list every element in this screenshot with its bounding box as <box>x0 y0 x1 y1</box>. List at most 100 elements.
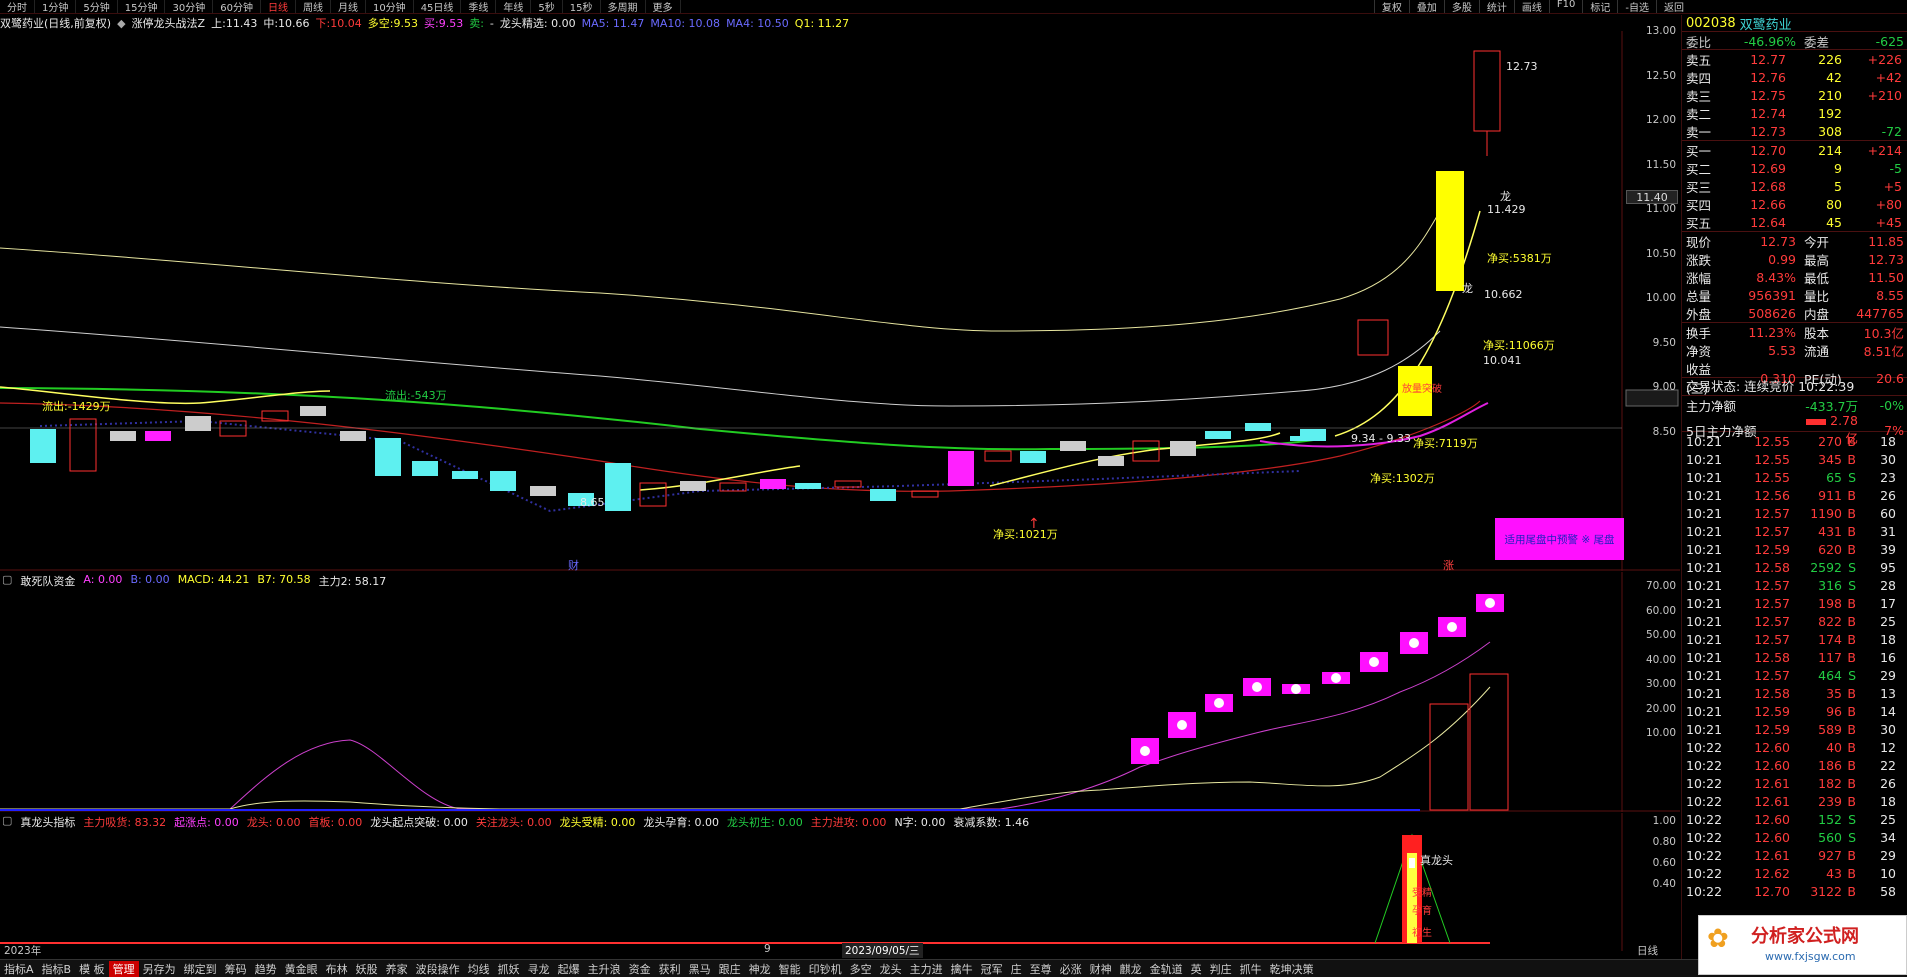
tick-list[interactable]: 10:21 12.55 270 B 18 10:21 12.55 345 B 30 10:21 12.… <box>1682 431 1907 900</box>
order-level[interactable]: 卖五 12.77 226 +226 <box>1682 50 1907 68</box>
toolbar-button-5[interactable]: F10 <box>1548 0 1582 13</box>
indicator-tab-28[interactable]: 擒牛 <box>947 961 977 977</box>
order-level[interactable]: 买一 12.70 214 +214 <box>1682 141 1907 159</box>
tail-alert-box[interactable]: 适用尾盘中预警 ※ 尾盘 <box>1495 518 1624 560</box>
stat-value: 11.23% <box>1748 325 1796 340</box>
period-tab-4[interactable]: 30分钟 <box>165 0 214 13</box>
indicator-tab-38[interactable]: 抓牛 <box>1236 961 1266 977</box>
indicator-tab-2[interactable]: 模 板 <box>75 961 109 977</box>
period-tab-1[interactable]: 1分钟 <box>35 0 77 13</box>
toolbar-button-7[interactable]: -自选 <box>1617 0 1656 13</box>
period-tab-5[interactable]: 60分钟 <box>213 0 261 13</box>
stock-title[interactable]: 双鹭药业(日线,前复权) <box>0 15 111 31</box>
order-level[interactable]: 买二 12.69 9 -5 <box>1682 159 1907 177</box>
sub1-chart[interactable] <box>0 572 1680 812</box>
indicator-tab-25[interactable]: 多空 <box>846 961 876 977</box>
indicator-tab-21[interactable]: 跟庄 <box>715 961 745 977</box>
indicator-tab-16[interactable]: 起爆 <box>554 961 584 977</box>
indicator-tab-3[interactable]: 管理 <box>108 960 139 977</box>
indicator-tab-9[interactable]: 布林 <box>322 961 352 977</box>
indicator-tab-10[interactable]: 妖股 <box>352 961 382 977</box>
order-level[interactable]: 买三 12.68 5 +5 <box>1682 177 1907 195</box>
tick-time: 10:22 <box>1686 793 1723 809</box>
indicator-tab-31[interactable]: 至尊 <box>1026 961 1056 977</box>
tick-time: 10:21 <box>1686 523 1723 539</box>
toolbar-button-6[interactable]: 标记 <box>1582 0 1617 13</box>
true-dragon-label: 真龙头 <box>1420 854 1453 867</box>
indicator-tab-14[interactable]: 抓妖 <box>494 961 524 977</box>
tick-time: 10:22 <box>1686 883 1723 899</box>
tick-row: 10:22 12.60 186 B 22 <box>1682 756 1907 774</box>
indicator-tab-36[interactable]: 英 <box>1187 961 1206 977</box>
toolbar-button-8[interactable]: 返回 <box>1656 0 1691 13</box>
tick-count: 16 <box>1880 649 1896 665</box>
indicator-tab-18[interactable]: 资金 <box>625 961 655 977</box>
period-tab-11[interactable]: 季线 <box>461 0 497 13</box>
order-level[interactable]: 卖二 12.74 192 <box>1682 104 1907 122</box>
indicator-tab-33[interactable]: 财神 <box>1086 961 1116 977</box>
stat-value: 11.85 <box>1868 234 1904 249</box>
indicator-tab-12[interactable]: 波段操作 <box>412 961 464 977</box>
period-tab-3[interactable]: 15分钟 <box>118 0 166 13</box>
indicator-tab-27[interactable]: 主力进 <box>906 961 947 977</box>
period-tab-2[interactable]: 5分钟 <box>76 0 118 13</box>
period-tab-0[interactable]: 分时 <box>0 0 35 13</box>
indicator-tab-13[interactable]: 均线 <box>464 961 494 977</box>
tick-side: S <box>1848 577 1856 593</box>
indicator-tab-30[interactable]: 庄 <box>1007 961 1026 977</box>
indicator-tab-39[interactable]: 乾坤决策 <box>1266 961 1318 977</box>
indicator-tab-5[interactable]: 绑定到 <box>180 961 221 977</box>
finance-marker[interactable]: 财 <box>568 557 579 573</box>
toolbar-button-0[interactable]: 复权 <box>1373 0 1409 13</box>
settings-icon[interactable]: ◆ <box>117 17 125 30</box>
indicator-tab-4[interactable]: 另存为 <box>139 961 180 977</box>
indicator-tab-1[interactable]: 指标B <box>38 961 76 977</box>
tick-time: 10:21 <box>1686 505 1723 521</box>
period-tab-12[interactable]: 年线 <box>496 0 532 13</box>
indicator-tab-32[interactable]: 必涨 <box>1056 961 1086 977</box>
indicator-tab-8[interactable]: 黄金眼 <box>281 961 322 977</box>
indicator-tab-0[interactable]: 指标A <box>0 961 38 977</box>
candlestick-chart[interactable] <box>0 31 1680 571</box>
indicator-tab-11[interactable]: 养家 <box>382 961 412 977</box>
indicator-tab-37[interactable]: 判庄 <box>1206 961 1236 977</box>
indicator-tab-34[interactable]: 麒龙 <box>1116 961 1146 977</box>
indicator-tab-26[interactable]: 龙头 <box>876 961 906 977</box>
period-tab-13[interactable]: 5秒 <box>531 0 563 13</box>
indicator-tab-35[interactable]: 金轨道 <box>1146 961 1187 977</box>
indicator-tab-20[interactable]: 黑马 <box>685 961 715 977</box>
indicator-tab-22[interactable]: 神龙 <box>745 961 775 977</box>
indicator-tab-24[interactable]: 印钞机 <box>805 961 846 977</box>
period-tab-10[interactable]: 45日线 <box>414 0 462 13</box>
period-tab-7[interactable]: 周线 <box>296 0 331 13</box>
tick-price: 12.59 <box>1754 721 1790 737</box>
toolbar-button-2[interactable]: 多股 <box>1443 0 1479 13</box>
toolbar-button-3[interactable]: 统计 <box>1478 0 1514 13</box>
indicator-name[interactable]: 涨停龙头战法Z <box>132 15 206 31</box>
indicator-tab-29[interactable]: 冠军 <box>977 961 1007 977</box>
level-price: 12.69 <box>1750 161 1786 176</box>
toolbar-button-1[interactable]: 叠加 <box>1408 0 1444 13</box>
period-tab-16[interactable]: 更多 <box>646 0 681 13</box>
order-level[interactable]: 卖一 12.73 308 -72 <box>1682 122 1907 140</box>
toolbar-button-4[interactable]: 画线 <box>1513 0 1549 13</box>
period-tab-6[interactable]: 日线 <box>261 0 296 13</box>
indicator-tab-19[interactable]: 获利 <box>655 961 685 977</box>
indicator-tab-23[interactable]: 智能 <box>775 961 805 977</box>
period-tab-15[interactable]: 多周期 <box>601 0 646 13</box>
order-level[interactable]: 买四 12.66 80 +80 <box>1682 195 1907 213</box>
period-tab-14[interactable]: 15秒 <box>563 0 601 13</box>
order-level[interactable]: 买五 12.64 45 +45 <box>1682 213 1907 231</box>
price-11429: 11.429 <box>1487 203 1526 216</box>
indicator-tab-15[interactable]: 寻龙 <box>524 961 554 977</box>
order-level[interactable]: 卖四 12.76 42 +42 <box>1682 68 1907 86</box>
order-level[interactable]: 卖三 12.75 210 +210 <box>1682 86 1907 104</box>
indicator-tab-7[interactable]: 趋势 <box>251 961 281 977</box>
tick-count: 29 <box>1880 847 1896 863</box>
period-tab-8[interactable]: 月线 <box>331 0 366 13</box>
period-tab-9[interactable]: 10分钟 <box>366 0 414 13</box>
indicator-tab-6[interactable]: 筹码 <box>221 961 251 977</box>
tick-side: B <box>1847 541 1856 557</box>
rise-marker[interactable]: 涨 <box>1443 557 1454 573</box>
indicator-tab-17[interactable]: 主升浪 <box>584 961 625 977</box>
